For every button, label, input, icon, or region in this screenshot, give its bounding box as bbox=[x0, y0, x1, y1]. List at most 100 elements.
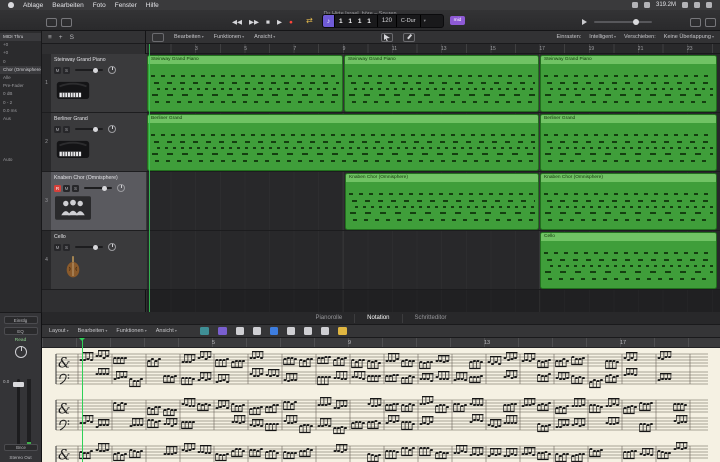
inspector-row[interactable]: 0 bbox=[0, 58, 41, 66]
bar-ruler[interactable]: 3 5 7 9 11 13 15 17 19 21 23 bbox=[146, 44, 720, 54]
stop-button[interactable]: ■ bbox=[266, 19, 270, 26]
tab-notation[interactable]: Notation bbox=[354, 313, 401, 323]
track-list-menu-icon[interactable]: ≡ bbox=[48, 34, 52, 41]
solo-button[interactable]: S bbox=[63, 243, 70, 251]
solo-button[interactable]: S bbox=[63, 125, 70, 133]
lcd-tempo[interactable]: 120 bbox=[378, 15, 397, 27]
inspector-row[interactable]: Pre-Fader bbox=[0, 82, 41, 90]
forward-button[interactable]: ▶▶ bbox=[249, 18, 259, 26]
note-value-button[interactable] bbox=[286, 327, 295, 335]
view-menu[interactable]: Ansicht bbox=[156, 328, 177, 334]
inspector-row[interactable]: 0 dB bbox=[0, 90, 41, 98]
midi-in-icon[interactable] bbox=[199, 327, 209, 335]
functions-menu[interactable]: Funktionen bbox=[116, 328, 146, 334]
track-volume-slider[interactable] bbox=[84, 185, 112, 191]
track-sort-icon[interactable]: S bbox=[70, 34, 74, 41]
note-value-button[interactable] bbox=[235, 327, 244, 335]
play-button[interactable]: ▶ bbox=[277, 18, 282, 26]
media-browser-icon[interactable] bbox=[705, 18, 716, 27]
bounce-button[interactable]: Bnce bbox=[4, 444, 38, 451]
layout-menu[interactable]: Layout bbox=[49, 328, 69, 334]
track-header-knaben-chor[interactable]: 3 Knaben Chor (Omnisphere) R M S bbox=[42, 172, 146, 231]
status-network-text[interactable]: 319.2M bbox=[656, 2, 676, 8]
tracks-area[interactable]: Steinway Grand Piano Steinway Grand Pian… bbox=[146, 54, 720, 312]
pencil-tool-menu[interactable] bbox=[403, 32, 416, 42]
inspector-row[interactable]: 0.0 ms bbox=[0, 107, 41, 115]
tab-pianorolle[interactable]: Pianorolle bbox=[303, 314, 354, 323]
output-label[interactable]: Stereo Out bbox=[0, 455, 41, 460]
midi-region[interactable]: Steinway Grand Piano bbox=[147, 55, 343, 112]
rewind-button[interactable]: ◀◀ bbox=[232, 18, 242, 26]
functions-menu[interactable]: Funktionen bbox=[214, 34, 244, 40]
automation-icon[interactable] bbox=[152, 32, 164, 42]
midi-region[interactable]: Steinway Grand Piano bbox=[540, 55, 717, 112]
edit-menu[interactable]: Bearbeiten bbox=[78, 328, 108, 334]
master-volume-slider[interactable] bbox=[594, 19, 652, 25]
solo-button[interactable]: S bbox=[72, 184, 79, 192]
record-button[interactable]: ● bbox=[289, 19, 293, 26]
track-pan-knob[interactable] bbox=[117, 184, 125, 192]
track-name[interactable]: Steinway Grand Piano bbox=[54, 57, 144, 63]
menu-fenster[interactable]: Fenster bbox=[115, 2, 137, 9]
track-header-steinway[interactable]: 1 Steinway Grand Piano M S bbox=[42, 54, 146, 113]
inspector-row[interactable]: +0 bbox=[0, 49, 41, 57]
menu-ablage[interactable]: Ablage bbox=[23, 2, 43, 9]
record-arm-button[interactable]: R bbox=[54, 184, 61, 192]
inspector-toggle-icon[interactable] bbox=[61, 18, 72, 27]
playhead[interactable] bbox=[149, 44, 150, 312]
track-header-cello[interactable]: 4 Cello M S bbox=[42, 231, 146, 290]
pan-knob[interactable] bbox=[14, 346, 27, 358]
edit-menu[interactable]: Bearbeiten bbox=[174, 34, 204, 40]
pointer-tool-menu[interactable] bbox=[381, 32, 394, 42]
inspector-header[interactable]: MIDI Thru bbox=[0, 33, 41, 42]
note-value-button-active[interactable] bbox=[269, 327, 278, 335]
eq-button[interactable]: EQ bbox=[3, 327, 38, 335]
mute-button[interactable]: M bbox=[54, 66, 61, 74]
menu-bearbeiten[interactable]: Bearbeiten bbox=[52, 2, 83, 9]
lcd-note-icon[interactable]: ♪ bbox=[323, 15, 335, 27]
track-volume-slider[interactable] bbox=[75, 244, 103, 250]
note-value-button[interactable] bbox=[252, 327, 261, 335]
note-value-button[interactable] bbox=[303, 327, 312, 335]
score-playhead[interactable] bbox=[79, 338, 85, 462]
master-volume[interactable] bbox=[582, 19, 652, 25]
track-pan-knob[interactable] bbox=[108, 125, 116, 133]
midi-region[interactable]: Knaben Chor (Omnisphere) bbox=[540, 173, 717, 230]
inspector-row[interactable]: +0 bbox=[0, 41, 41, 49]
lcd-position[interactable]: 1 1 1 1 bbox=[335, 15, 378, 27]
spotlight-icon[interactable] bbox=[706, 2, 712, 8]
midi-out-icon[interactable] bbox=[217, 327, 227, 335]
status-icon[interactable] bbox=[631, 2, 638, 8]
lcd-display[interactable]: ♪ 1 1 1 1 120 C-Dur ▾ bbox=[322, 14, 444, 28]
tab-schritteditor[interactable]: Schritteditor bbox=[401, 313, 459, 323]
battery-icon[interactable] bbox=[694, 2, 700, 8]
inspector-row[interactable]: Auto bbox=[0, 156, 41, 164]
track-pan-knob[interactable] bbox=[108, 243, 116, 251]
note-value-button[interactable] bbox=[320, 327, 329, 335]
cycle-button[interactable]: ⇄ bbox=[306, 16, 313, 26]
inspector-row[interactable]: Aus bbox=[0, 115, 41, 123]
drag-menu[interactable]: Keine Überlappung bbox=[664, 34, 714, 40]
score-bar-ruler[interactable]: 5 9 13 17 bbox=[42, 338, 720, 348]
quick-help-icon[interactable] bbox=[46, 18, 57, 27]
channel-setting-button[interactable]: Einstlg bbox=[3, 316, 38, 324]
track-pan-knob[interactable] bbox=[108, 66, 116, 74]
menu-foto[interactable]: Foto bbox=[93, 2, 106, 9]
track-header-berliner[interactable]: 2 Berliner Grand M S bbox=[42, 113, 146, 172]
track-name[interactable]: Knaben Chor (Omnisphere) bbox=[54, 175, 144, 181]
automation-mode[interactable]: Read bbox=[0, 338, 41, 343]
midi-region[interactable]: Knaben Chor (Omnisphere) bbox=[345, 173, 539, 230]
track-volume-slider[interactable] bbox=[75, 126, 103, 132]
lcd-key-signature[interactable]: C-Dur bbox=[397, 15, 421, 27]
inspector-row[interactable]: 0 - 2 bbox=[0, 99, 41, 107]
add-track-button[interactable]: + bbox=[59, 34, 63, 41]
mute-button[interactable]: M bbox=[63, 184, 70, 192]
midi-region[interactable]: Berliner Grand bbox=[147, 114, 539, 171]
track-name[interactable]: Cello bbox=[54, 234, 144, 240]
apple-menu-icon[interactable] bbox=[8, 2, 14, 8]
volume-fader-track[interactable] bbox=[17, 379, 20, 449]
wifi-icon[interactable] bbox=[682, 2, 688, 8]
track-volume-slider[interactable] bbox=[75, 67, 103, 73]
midi-region[interactable]: Berliner Grand bbox=[540, 114, 717, 171]
score-display[interactable]: & & & bbox=[42, 348, 720, 462]
